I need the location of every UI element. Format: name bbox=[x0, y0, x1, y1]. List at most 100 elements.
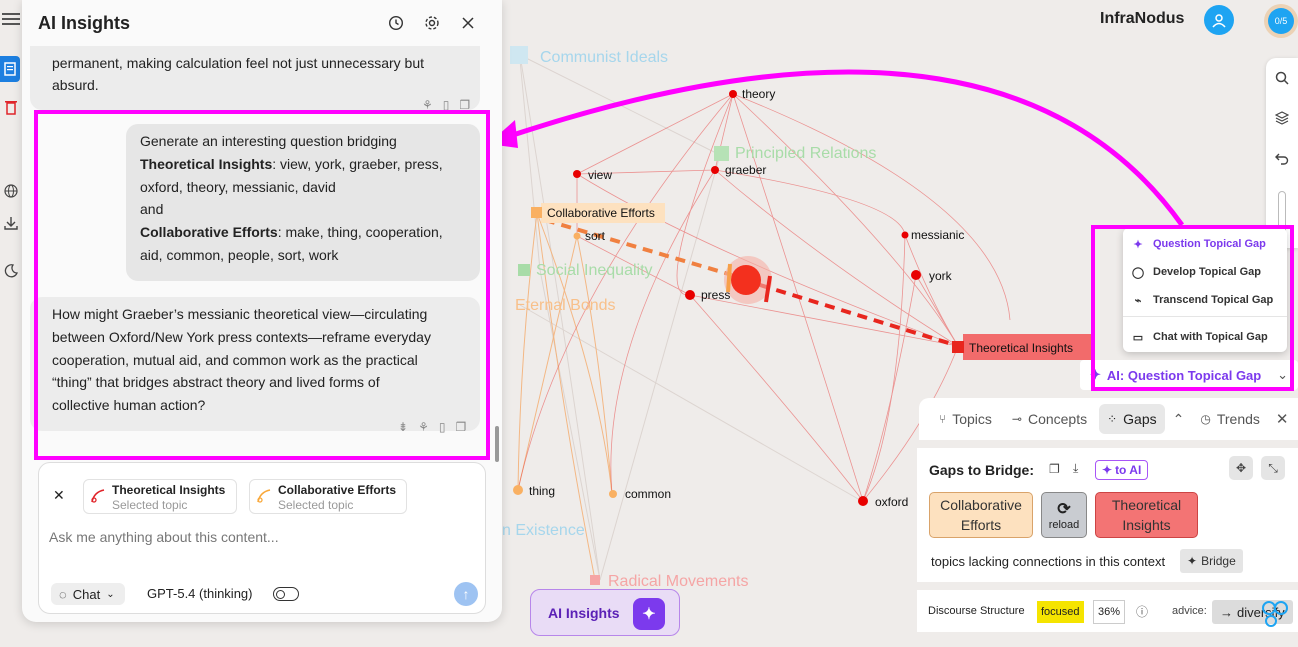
side-toolbar bbox=[1266, 58, 1298, 248]
tab-gaps[interactable]: ⁘ Gaps bbox=[1099, 404, 1165, 434]
gear-icon[interactable] bbox=[414, 9, 450, 37]
topic-existence[interactable]: n Existence bbox=[502, 522, 585, 539]
quota-badge[interactable]: 0/5 bbox=[1264, 4, 1298, 38]
history-icon[interactable] bbox=[378, 9, 414, 37]
ai-insights-panel: AI Insights permanent, making calculatio… bbox=[22, 0, 502, 622]
message-line: absurd. bbox=[52, 77, 99, 93]
collapse-icon[interactable]: ⌃ bbox=[1169, 404, 1189, 434]
arrow-right-icon: → bbox=[1220, 604, 1233, 620]
panel-header: AI Insights bbox=[22, 0, 502, 46]
menu-icon[interactable] bbox=[0, 6, 22, 32]
bridge-label: Bridge bbox=[1201, 554, 1236, 568]
gap-topic-card[interactable]: Collaborative Efforts bbox=[929, 492, 1033, 538]
node-view[interactable] bbox=[573, 170, 581, 178]
selected-topic-chip[interactable]: Collaborative Efforts Selected topic bbox=[249, 479, 407, 514]
reload-icon: ⟳ bbox=[1057, 501, 1071, 518]
send-button[interactable]: ↑ bbox=[454, 582, 478, 606]
brand-name[interactable]: InfraNodus bbox=[1100, 10, 1184, 28]
chat-mode-label: Chat bbox=[72, 586, 101, 602]
collapse-arrows-icon[interactable]: ⤡ bbox=[1261, 456, 1285, 480]
globe-icon[interactable] bbox=[0, 178, 22, 204]
node-label-press: press bbox=[701, 288, 730, 302]
gap-topic-card[interactable]: Theoretical Insights bbox=[1095, 492, 1198, 538]
ask-input[interactable] bbox=[49, 529, 477, 579]
document-icon[interactable] bbox=[0, 56, 20, 82]
topic-collaborative-efforts[interactable]: Collaborative Efforts bbox=[547, 206, 655, 220]
topic-theoretical-insights[interactable]: Theoretical Insights bbox=[969, 341, 1073, 355]
chevron-down-icon: ⌄ bbox=[106, 588, 115, 600]
info-icon[interactable]: ⓘ bbox=[1136, 603, 1148, 620]
topic-marker bbox=[510, 46, 528, 64]
node-theory[interactable] bbox=[729, 90, 737, 98]
chip-subtitle: Selected topic bbox=[278, 498, 354, 512]
tab-concepts[interactable]: ⊸ Concepts bbox=[1004, 404, 1095, 434]
layers-icon[interactable] bbox=[1266, 98, 1298, 138]
sparkle-icon: ✦ bbox=[633, 598, 665, 630]
discourse-label: Discourse Structure bbox=[928, 605, 1025, 617]
model-label[interactable]: GPT-5.4 (thinking) bbox=[147, 586, 253, 601]
user-icon[interactable] bbox=[1204, 5, 1234, 35]
clear-topics-icon[interactable]: ✕ bbox=[53, 487, 65, 504]
sparkle-icon: ✦ bbox=[1102, 463, 1113, 477]
node-common[interactable] bbox=[609, 490, 617, 498]
topics-icon: ⑂ bbox=[939, 412, 947, 426]
expand-icon[interactable]: ✥ bbox=[1229, 456, 1253, 480]
topic-gap-icon bbox=[90, 488, 106, 509]
advice-label: advice: bbox=[1172, 605, 1207, 617]
reload-button[interactable]: ⟳ reload bbox=[1041, 492, 1087, 538]
ai-insights-button[interactable]: AI Insights ✦ bbox=[530, 589, 680, 636]
topic-principled-relations[interactable]: Principled Relations bbox=[735, 145, 876, 162]
topic-communist-ideals[interactable]: Communist Ideals bbox=[540, 49, 668, 66]
undo-icon[interactable] bbox=[1266, 138, 1298, 178]
analytics-tabs: ⑂ Topics ⊸ Concepts ⁘ Gaps ⌃ ◷ Trends ✕ bbox=[919, 398, 1298, 440]
node-label-graeber: graeber bbox=[725, 163, 766, 177]
topic-eternal-bonds[interactable]: Eternal Bonds bbox=[515, 297, 616, 314]
node-sort[interactable] bbox=[573, 232, 581, 240]
trash-icon[interactable] bbox=[0, 94, 22, 120]
close-icon[interactable]: ✕ bbox=[1272, 404, 1293, 434]
node-oxford[interactable] bbox=[858, 496, 868, 506]
to-ai-button[interactable]: ✦ to AI bbox=[1095, 460, 1149, 480]
tab-label: Concepts bbox=[1027, 411, 1088, 427]
tab-trends[interactable]: ◷ Trends bbox=[1192, 404, 1268, 434]
topic-radical-movements[interactable]: Radical Movements bbox=[608, 573, 749, 590]
topic-social-inequality[interactable]: Social Inequality bbox=[536, 262, 653, 279]
node-graeber[interactable] bbox=[711, 166, 719, 174]
bridge-node[interactable] bbox=[731, 265, 761, 295]
chip-title: Theoretical Insights bbox=[112, 483, 226, 497]
tab-label: Gaps bbox=[1123, 411, 1157, 427]
search-icon[interactable] bbox=[1266, 58, 1298, 98]
chat-help-icon[interactable] bbox=[1257, 594, 1293, 628]
chip-subtitle: Selected topic bbox=[112, 498, 188, 512]
left-rail bbox=[0, 0, 22, 647]
quota-count: 0/5 bbox=[1268, 8, 1294, 34]
topic-marker bbox=[518, 264, 530, 276]
download-icon[interactable] bbox=[0, 210, 22, 236]
tab-topics[interactable]: ⑂ Topics bbox=[931, 404, 1000, 434]
discourse-status-badge[interactable]: focused bbox=[1037, 601, 1084, 623]
selected-topic-chip[interactable]: Theoretical Insights Selected topic bbox=[83, 479, 237, 514]
concepts-icon: ⊸ bbox=[1011, 412, 1022, 426]
node-press[interactable] bbox=[685, 290, 695, 300]
gaps-title: Gaps to Bridge: bbox=[929, 462, 1035, 478]
previous-ai-message: permanent, making calculation feel not j… bbox=[30, 46, 480, 110]
bridge-button[interactable]: ✦ Bridge bbox=[1180, 549, 1243, 573]
download-icon[interactable]: ⤓ bbox=[1073, 461, 1078, 476]
chat-input-card: ✕ Theoretical Insights Selected topic Co… bbox=[38, 462, 486, 614]
chip-title: Collaborative Efforts bbox=[278, 483, 397, 497]
gaps-icon: ⁘ bbox=[1107, 412, 1118, 426]
node-york[interactable] bbox=[911, 270, 921, 280]
message-line: permanent, making calculation feel not j… bbox=[52, 55, 424, 71]
tab-label: Topics bbox=[952, 411, 992, 427]
node-thing[interactable] bbox=[513, 485, 523, 495]
scrollbar[interactable] bbox=[495, 426, 499, 462]
node-label-sort: sort bbox=[585, 229, 606, 243]
close-icon[interactable] bbox=[450, 9, 486, 37]
annotation-highlight-box bbox=[1091, 225, 1294, 391]
dark-mode-icon[interactable] bbox=[0, 258, 22, 284]
sparkle-icon: ✦ bbox=[1187, 554, 1198, 568]
copy-icon[interactable]: ❐ bbox=[1049, 462, 1060, 476]
thinking-toggle[interactable] bbox=[273, 587, 299, 601]
node-messianic[interactable] bbox=[901, 231, 909, 239]
chat-mode-select[interactable]: ◌ Chat ⌄ bbox=[51, 583, 125, 605]
